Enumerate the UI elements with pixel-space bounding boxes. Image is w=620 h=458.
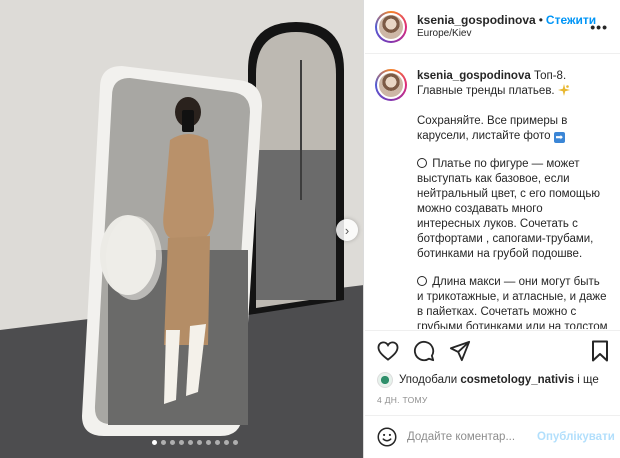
chevron-right-icon: › [344, 222, 350, 238]
carousel-dot [206, 440, 211, 445]
liker-username[interactable]: cosmetology_nativis [460, 374, 574, 386]
carousel-indicator [152, 440, 238, 445]
sparkle-emoji-icon [557, 84, 570, 101]
comment-icon[interactable] [412, 339, 436, 363]
author-avatar[interactable] [375, 10, 407, 43]
caption-text: ksenia_gospodinova Топ-8. Главные тренды… [417, 69, 608, 329]
carousel-dot [170, 440, 175, 445]
caption-paragraph-3: Длина макси — они могут быть и трикотажн… [417, 276, 608, 329]
header-separator: • [538, 12, 543, 27]
caption-paragraph-1: Сохраняйте. Все примеры в карусели, лист… [417, 115, 568, 142]
likes-more[interactable]: і ще [577, 374, 598, 386]
bookmark-icon[interactable] [588, 339, 612, 363]
comment-input[interactable] [407, 431, 537, 443]
action-bar [365, 330, 620, 370]
circle-bullet-icon [417, 158, 427, 168]
right-arrow-emoji-icon: ➡ [553, 132, 565, 143]
paper-plane-icon[interactable] [448, 339, 472, 363]
caption-paragraph-2: Платье по фигуре — может выступать как б… [417, 158, 601, 260]
likes-summary: Уподобали cosmetology_nativis і ще [377, 372, 599, 388]
post-location[interactable]: Europe/Kiev [417, 28, 596, 41]
caption-username[interactable]: ksenia_gospodinova [417, 70, 531, 82]
carousel-dot [179, 440, 184, 445]
liker-avatar[interactable] [377, 372, 393, 388]
heart-icon[interactable] [376, 339, 400, 363]
likes-prefix: Уподобали [399, 374, 458, 386]
post-timestamp[interactable]: 4 ДН. ТОМУ [377, 395, 428, 405]
publish-button[interactable]: Опублікувати [537, 431, 615, 443]
more-horizontal-icon[interactable]: ••• [590, 19, 608, 35]
carousel-dot [215, 440, 220, 445]
smiley-icon[interactable] [377, 427, 397, 447]
comment-composer: Опублікувати [365, 415, 620, 458]
carousel-dot [233, 440, 238, 445]
caption-scroll-area[interactable]: ksenia_gospodinova Топ-8. Главные тренды… [365, 55, 620, 329]
carousel-dot [197, 440, 202, 445]
post-photo[interactable]: › [0, 0, 364, 458]
caption-author-avatar[interactable] [375, 69, 407, 101]
post-header: ksenia_gospodinova • Стежити Europe/Kiev •… [365, 0, 620, 54]
photo-illustration [0, 0, 363, 458]
carousel-dot [161, 440, 166, 445]
carousel-next-button[interactable]: › [336, 219, 358, 241]
carousel-dot [188, 440, 193, 445]
carousel-dot [224, 440, 229, 445]
post-sidebar: ksenia_gospodinova • Стежити Europe/Kiev •… [365, 0, 620, 458]
follow-button[interactable]: Стежити [546, 13, 596, 27]
carousel-dot [152, 440, 157, 445]
circle-bullet-icon [417, 276, 427, 286]
author-username[interactable]: ksenia_gospodinova [417, 13, 536, 27]
